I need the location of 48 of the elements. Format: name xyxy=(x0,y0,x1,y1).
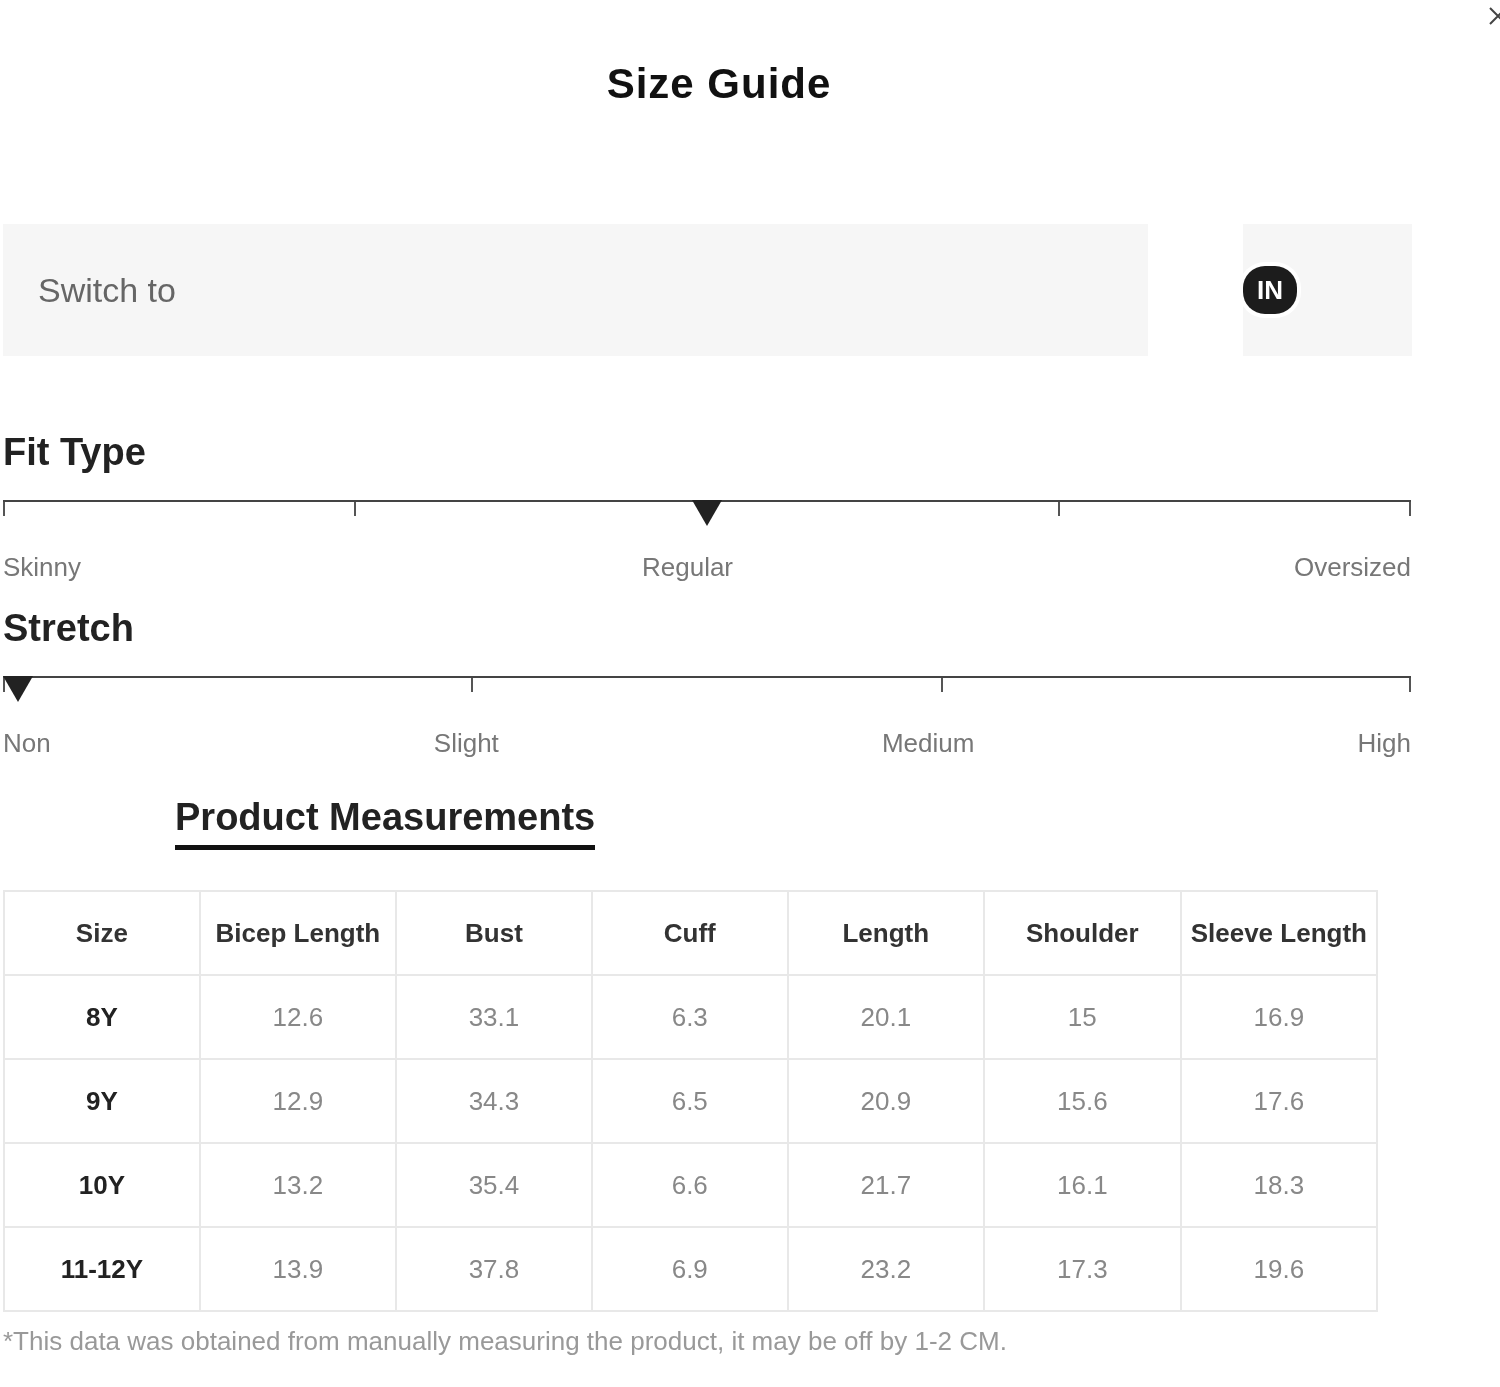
table-cell: 17.6 xyxy=(1180,1059,1377,1143)
table-cell: 18.3 xyxy=(1180,1143,1377,1227)
scale-label: Skinny xyxy=(3,551,82,583)
table-cell: 6.6 xyxy=(591,1143,788,1227)
column-header: Shoulder xyxy=(983,891,1181,975)
size-cell: 8Y xyxy=(4,975,200,1059)
column-header: Cuff xyxy=(591,891,788,975)
size-cell: 11-12Y xyxy=(4,1227,200,1311)
scale-label: Slight xyxy=(433,727,499,759)
table-cell: 15 xyxy=(983,975,1181,1059)
size-cell: 10Y xyxy=(4,1143,200,1227)
column-header: Length xyxy=(787,891,984,975)
measurements-tab[interactable]: Product Measurements xyxy=(175,796,596,850)
table-cell: 13.9 xyxy=(199,1227,397,1311)
table-cell: 37.8 xyxy=(396,1227,592,1311)
table-cell: 20.9 xyxy=(787,1059,984,1143)
table-cell: 13.2 xyxy=(199,1143,397,1227)
column-header: Size xyxy=(4,891,200,975)
table-cell: 21.7 xyxy=(787,1143,984,1227)
dialog-title: Size Guide xyxy=(605,59,833,109)
table-cell: 6.3 xyxy=(591,975,788,1059)
column-header: Sleeve Length xyxy=(1180,891,1377,975)
table-cell: 12.6 xyxy=(199,975,397,1059)
table-cell: 33.1 xyxy=(396,975,592,1059)
scale-label: Oversized xyxy=(1293,551,1411,583)
table-cell: 16.1 xyxy=(983,1143,1181,1227)
column-header: Bust xyxy=(396,891,592,975)
size-cell: 9Y xyxy=(4,1059,200,1143)
scale-label: Medium xyxy=(881,727,975,759)
table-cell: 35.4 xyxy=(396,1143,592,1227)
scale-label: High xyxy=(1357,727,1411,759)
table-cell: 19.6 xyxy=(1180,1227,1377,1311)
table-cell: 12.9 xyxy=(199,1059,397,1143)
scale-label: Non xyxy=(3,727,51,759)
table-cell: 34.3 xyxy=(396,1059,592,1143)
scale-label: Regular xyxy=(641,551,734,583)
column-header: Bicep Length xyxy=(199,891,397,975)
table-cell: 15.6 xyxy=(983,1059,1181,1143)
table-cell: 17.3 xyxy=(983,1227,1181,1311)
table-cell: 16.9 xyxy=(1180,975,1377,1059)
footnote: *This data was obtained from manually measuring the product, it may be off by 1-2 CM. xyxy=(3,1326,1008,1357)
scale-title: Fit Type xyxy=(3,430,147,475)
table-cell: 6.9 xyxy=(591,1227,788,1311)
table-cell: 6.5 xyxy=(591,1059,788,1143)
table-cell: 20.1 xyxy=(787,975,984,1059)
scale-title: Stretch xyxy=(3,606,135,651)
switch-label: Switch to xyxy=(38,270,176,310)
table-cell: 23.2 xyxy=(787,1227,984,1311)
